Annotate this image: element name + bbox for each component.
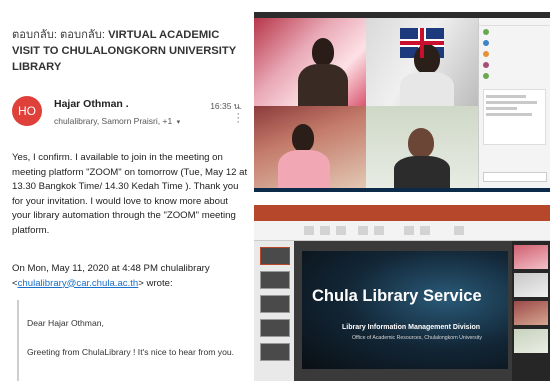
ribbon-tool-icon[interactable] (336, 226, 346, 235)
quote-intro: On Mon, May 11, 2020 at 4:48 PM chulalib… (12, 263, 210, 274)
video-tile-4[interactable] (366, 106, 478, 188)
quote-wrote: > wrote: (138, 277, 173, 289)
chevron-down-icon[interactable]: ▾ (177, 118, 181, 126)
slide-thumbnail[interactable] (260, 271, 290, 289)
video-thumb[interactable] (514, 329, 548, 353)
ribbon-tool-icon[interactable] (358, 226, 368, 235)
recipients-text: chulalibrary, Samorn Praisri, +1 (54, 116, 173, 126)
participant-row[interactable] (479, 26, 550, 37)
slide-subtitle-2: Office of Academic Resources, Chulalongk… (352, 335, 482, 341)
participant-head (292, 124, 314, 152)
participant-row[interactable] (479, 48, 550, 59)
quote-header: On Mon, May 11, 2020 at 4:48 PM chulalib… (12, 262, 248, 291)
quote-greeting: Dear Hajar Othman, (27, 318, 104, 328)
chat-input[interactable] (483, 172, 547, 182)
video-thumb[interactable] (514, 245, 548, 269)
sender-name[interactable]: Hajar Othman . (54, 98, 129, 110)
email-pane: ตอบกลับ: ตอบกลับ: VIRTUAL ACADEMIC VISIT… (0, 0, 254, 381)
powerpoint-ribbon (254, 221, 550, 241)
participant-head (408, 128, 434, 158)
participants-panel (478, 18, 550, 188)
email-subject: ตอบกลับ: ตอบกลับ: VIRTUAL ACADEMIC VISIT… (12, 27, 246, 75)
participant-row[interactable] (479, 70, 550, 81)
participant-row[interactable] (479, 59, 550, 70)
video-tile-3[interactable] (254, 106, 366, 188)
ribbon-tool-icon[interactable] (454, 226, 464, 235)
ribbon-tool-icon[interactable] (374, 226, 384, 235)
ribbon-tool-icon[interactable] (420, 226, 430, 235)
video-thumb[interactable] (514, 273, 548, 297)
powerpoint-title-bar (254, 205, 550, 221)
quote-email-link[interactable]: chulalibrary@car.chula.ac.th (18, 278, 139, 289)
video-thumb[interactable] (514, 301, 548, 325)
ribbon-tool-icon[interactable] (320, 226, 330, 235)
slide-thumbnail[interactable] (260, 343, 290, 361)
ribbon-tool-icon[interactable] (304, 226, 314, 235)
subject-prefix: ตอบกลับ: ตอบกลับ: (12, 29, 105, 41)
recipients-line[interactable]: chulalibrary, Samorn Praisri, +1 ▾ (54, 116, 180, 126)
participant-body (394, 156, 450, 188)
participant-body (278, 150, 330, 188)
participant-body (400, 72, 454, 106)
participant-head (414, 44, 440, 74)
participant-body (298, 64, 348, 106)
video-strip (512, 241, 550, 381)
participant-head (312, 38, 334, 66)
presentation-screenshot: Chula Library Service Library Informatio… (254, 205, 550, 381)
quote-line: Greeting from ChulaLibrary ! It's nice t… (27, 347, 235, 357)
slide-subtitle: Library Information Management Division (342, 324, 481, 331)
chat-area (483, 89, 546, 145)
slide-title: Chula Library Service (312, 287, 482, 305)
slide-thumbnail[interactable] (260, 295, 290, 313)
windows-taskbar (254, 188, 550, 192)
slide-thumbnail[interactable] (260, 247, 290, 265)
video-tile-2[interactable] (366, 18, 478, 106)
ribbon-tool-icon[interactable] (404, 226, 414, 235)
current-slide[interactable]: Chula Library Service Library Informatio… (302, 251, 508, 369)
participant-row[interactable] (479, 37, 550, 48)
message-body: Yes, I confirm. I available to join in t… (12, 152, 248, 236)
video-tile-1[interactable] (254, 18, 366, 106)
more-options-icon[interactable]: · · · (236, 109, 240, 128)
slide-thumbnail[interactable] (260, 319, 290, 337)
zoom-meeting-screenshot (254, 12, 550, 192)
slide-thumbnails (254, 241, 294, 381)
quoted-message: Dear Hajar Othman, Greeting from ChulaLi… (17, 300, 250, 381)
panel-header (479, 18, 550, 26)
sender-avatar[interactable]: HO (12, 96, 42, 126)
